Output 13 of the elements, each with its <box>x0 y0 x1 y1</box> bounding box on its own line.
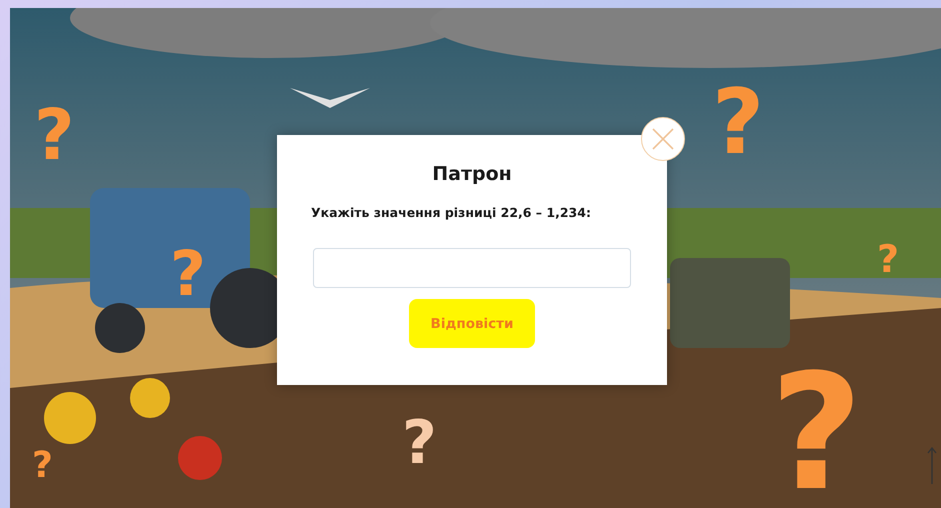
question-mark[interactable]: ? <box>770 353 863 508</box>
submit-button[interactable]: Відповісти <box>409 299 535 348</box>
arrow-up-icon[interactable] <box>927 446 937 486</box>
question-text: Укажіть значення різниці 22,6 – 1,234: <box>311 205 591 220</box>
question-mark[interactable]: ? <box>402 413 437 473</box>
answer-field[interactable] <box>313 248 631 288</box>
question-mark[interactable]: ? <box>32 448 53 484</box>
question-mark[interactable]: ? <box>34 100 75 170</box>
question-mark[interactable]: ? <box>712 78 764 168</box>
question-mark[interactable]: ? <box>877 240 900 278</box>
close-icon <box>651 127 675 151</box>
dialog-title: Патрон <box>432 163 512 185</box>
question-mark[interactable]: ? <box>170 243 206 305</box>
